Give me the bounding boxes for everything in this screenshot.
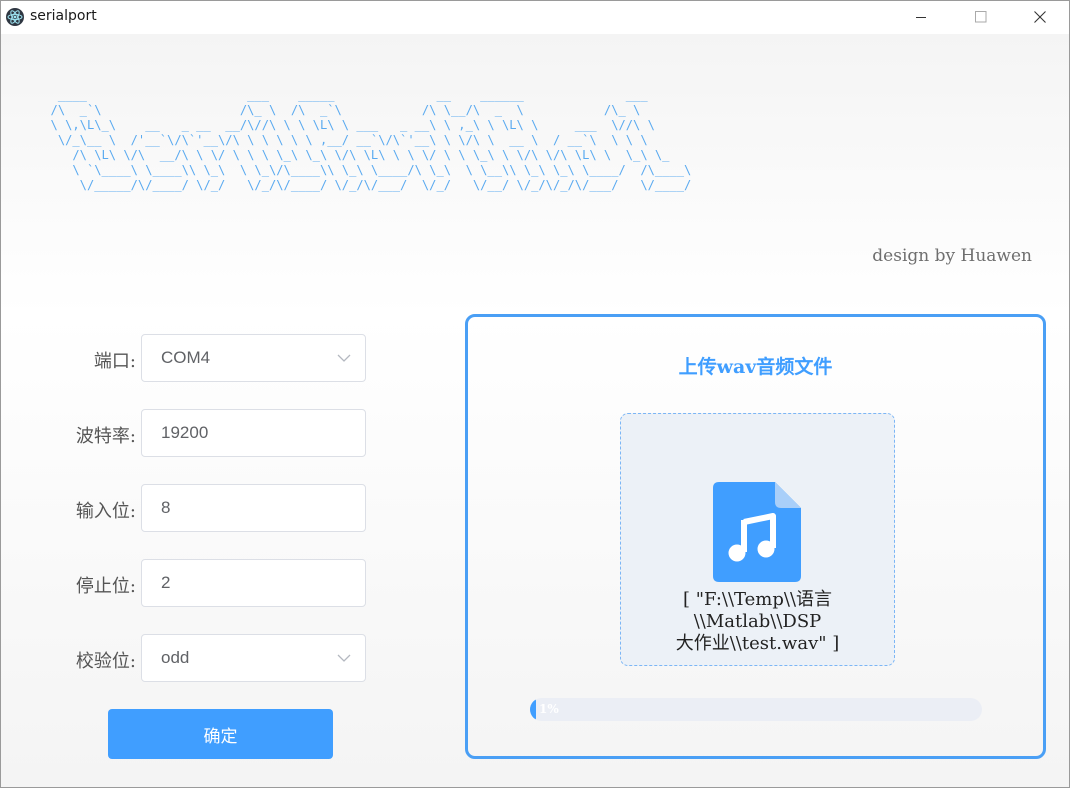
- upload-progress-text: 1%: [539, 702, 559, 716]
- file-path-line-2: 大作业\\test.wav" ]: [675, 633, 840, 654]
- upload-progress-bar: 1%: [530, 698, 982, 721]
- music-file-icon: [713, 482, 801, 582]
- form-row-stopbits: 停止位:: [1, 559, 367, 609]
- baud-label: 波特率:: [75, 426, 136, 447]
- design-credit: design by Huawen: [872, 246, 1032, 266]
- databits-label: 输入位:: [75, 501, 136, 522]
- title-bar[interactable]: serialport: [1, 1, 1069, 34]
- port-select-value[interactable]: [142, 335, 331, 381]
- baud-field[interactable]: [141, 409, 366, 457]
- port-label: 端口:: [93, 351, 136, 372]
- upload-panel: 上传wav音频文件 [ "F:\\Temp\\语言\\Matlab\\DSP 大…: [465, 314, 1046, 759]
- close-button[interactable]: [1017, 1, 1063, 33]
- upload-dropzone[interactable]: [ "F:\\Temp\\语言\\Matlab\\DSP 大作业\\test.w…: [620, 413, 895, 666]
- form-row-databits: 输入位:: [1, 484, 367, 534]
- maximize-button[interactable]: [958, 1, 1004, 33]
- form-row-parity: 校验位:: [1, 634, 367, 684]
- electron-icon: [6, 8, 24, 26]
- window-title: serialport: [30, 8, 97, 24]
- close-icon: [1034, 11, 1046, 23]
- parity-label: 校验位:: [75, 651, 136, 672]
- stopbits-label: 停止位:: [75, 576, 136, 597]
- chevron-down-icon: [337, 354, 351, 362]
- upload-title: 上传wav音频文件: [678, 356, 833, 378]
- form-row-baud: 波特率:: [1, 409, 367, 459]
- selected-file-name: [ "F:\\Temp\\语言\\Matlab\\DSP 大作业\\test.w…: [621, 589, 894, 655]
- parity-select-value[interactable]: [142, 635, 331, 681]
- maximize-icon: [975, 11, 987, 23]
- form-row-port: 端口:: [1, 334, 367, 384]
- baud-input[interactable]: [142, 410, 331, 456]
- ascii-art-banner: ____ ___ _____ __ ______ ___ /\ _`\ /\_ …: [50, 88, 692, 192]
- upload-progress-fill: [530, 698, 536, 721]
- stopbits-input[interactable]: [142, 560, 331, 606]
- minimize-icon: [916, 17, 926, 18]
- stopbits-field[interactable]: [141, 559, 366, 607]
- port-select[interactable]: [141, 334, 366, 382]
- databits-input[interactable]: [142, 485, 331, 531]
- file-path-line-1: [ "F:\\Temp\\语言\\Matlab\\DSP: [682, 589, 833, 632]
- databits-field[interactable]: [141, 484, 366, 532]
- parity-select[interactable]: [141, 634, 366, 682]
- app-window: serialport ____ ___ _____ __ ______ ___ …: [0, 0, 1070, 788]
- chevron-down-icon: [337, 654, 351, 662]
- confirm-button[interactable]: 确定: [108, 709, 333, 759]
- minimize-button[interactable]: [898, 1, 944, 33]
